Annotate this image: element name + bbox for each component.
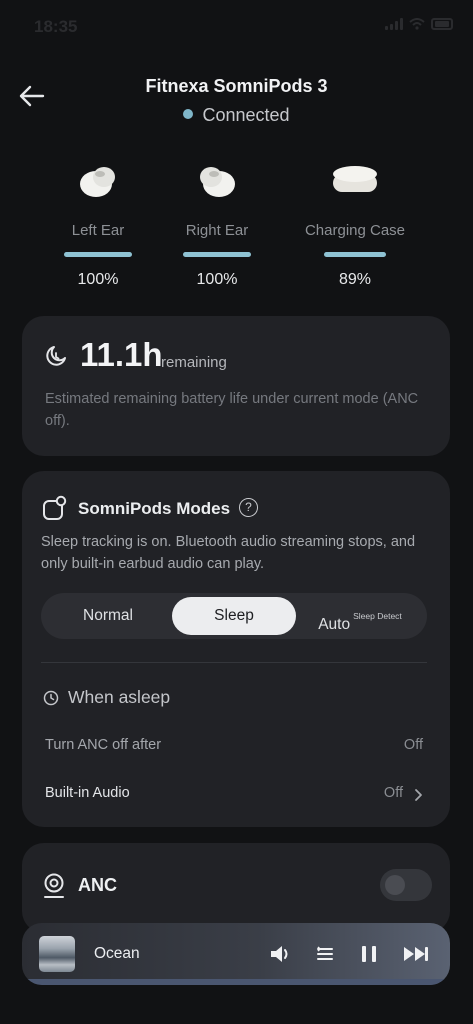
anc-card: ANC	[22, 843, 450, 933]
remaining-label: remaining	[161, 354, 227, 371]
divider	[41, 662, 427, 663]
cellular-signal-icon	[385, 18, 403, 30]
toggle-knob	[385, 875, 405, 895]
anc-icon	[44, 873, 64, 898]
right-earbud-icon	[147, 152, 287, 208]
connection-status-label: Connected	[202, 105, 290, 125]
setting-label: Built-in Audio	[45, 785, 130, 801]
status-time: 18:35	[34, 17, 78, 36]
modes-card: SomniPods Modes ? Sleep tracking is on. …	[22, 471, 450, 827]
volume-icon[interactable]	[268, 942, 290, 966]
setting-row-built-in-audio[interactable]: Built-in Audio Off	[45, 783, 423, 807]
device-label: Right Ear	[185, 222, 249, 239]
modes-icon	[43, 495, 67, 520]
device-label: Charging Case	[304, 222, 406, 239]
playlist-icon[interactable]	[314, 942, 336, 966]
chevron-right-icon	[415, 789, 422, 801]
mini-player[interactable]: Ocean	[22, 923, 450, 985]
fast-forward-icon[interactable]	[402, 942, 430, 966]
battery-life-card: 11.1h remaining Estimated remaining batt…	[22, 316, 450, 456]
battery-bar	[64, 252, 132, 257]
album-art	[39, 936, 75, 972]
help-icon[interactable]: ?	[239, 498, 258, 517]
battery-description: Estimated remaining battery life under c…	[45, 391, 419, 429]
track-title: Ocean	[94, 945, 140, 962]
setting-value: Off	[383, 785, 403, 801]
player-bottom-strip	[22, 979, 450, 985]
battery-icon	[431, 18, 453, 30]
wifi-icon	[409, 18, 425, 30]
mode-option-auto-label: Auto	[318, 616, 351, 633]
moon-clock-icon	[46, 346, 66, 366]
status-bar: 18:35	[0, 0, 473, 56]
battery-percent: 100%	[196, 271, 238, 288]
device-charging-case: Charging Case 89%	[285, 152, 425, 289]
system-icons	[385, 18, 453, 30]
modes-description: Sleep tracking is on. Bluetooth audio st…	[41, 534, 416, 572]
remaining-hours: 11.1h	[80, 336, 163, 373]
setting-label: Turn ANC off after	[45, 737, 162, 753]
pause-icon[interactable]	[358, 942, 380, 966]
mode-selector: Normal Sleep Auto Sleep Detect	[41, 593, 427, 639]
battery-overview: Left Ear 100% Right Ear 100% Charging Ca…	[0, 152, 473, 302]
device-right-ear: Right Ear 100%	[147, 152, 287, 289]
charging-case-icon	[285, 152, 425, 208]
mode-option-sleep[interactable]: Sleep	[172, 597, 296, 635]
mode-option-auto[interactable]: Auto Sleep Detect	[297, 597, 423, 635]
anc-toggle[interactable]	[380, 869, 432, 901]
when-asleep-title: When asleep	[68, 687, 171, 707]
connected-dot-icon	[183, 109, 194, 119]
mode-option-normal[interactable]: Normal	[45, 597, 171, 635]
connection-status: Connected	[0, 105, 473, 126]
battery-bar	[324, 252, 386, 257]
modes-title: SomniPods Modes	[78, 499, 231, 518]
setting-row-anc-off-after[interactable]: Turn ANC off after Off	[45, 735, 423, 759]
battery-bar	[183, 252, 251, 257]
auto-sleep-detect-label: Sleep Detect	[353, 611, 402, 621]
anc-title: ANC	[78, 875, 117, 895]
setting-value: Off	[403, 737, 423, 753]
device-title: Fitnexa SomniPods 3	[145, 76, 328, 96]
clock-icon	[43, 690, 59, 706]
battery-percent: 89%	[338, 271, 372, 288]
